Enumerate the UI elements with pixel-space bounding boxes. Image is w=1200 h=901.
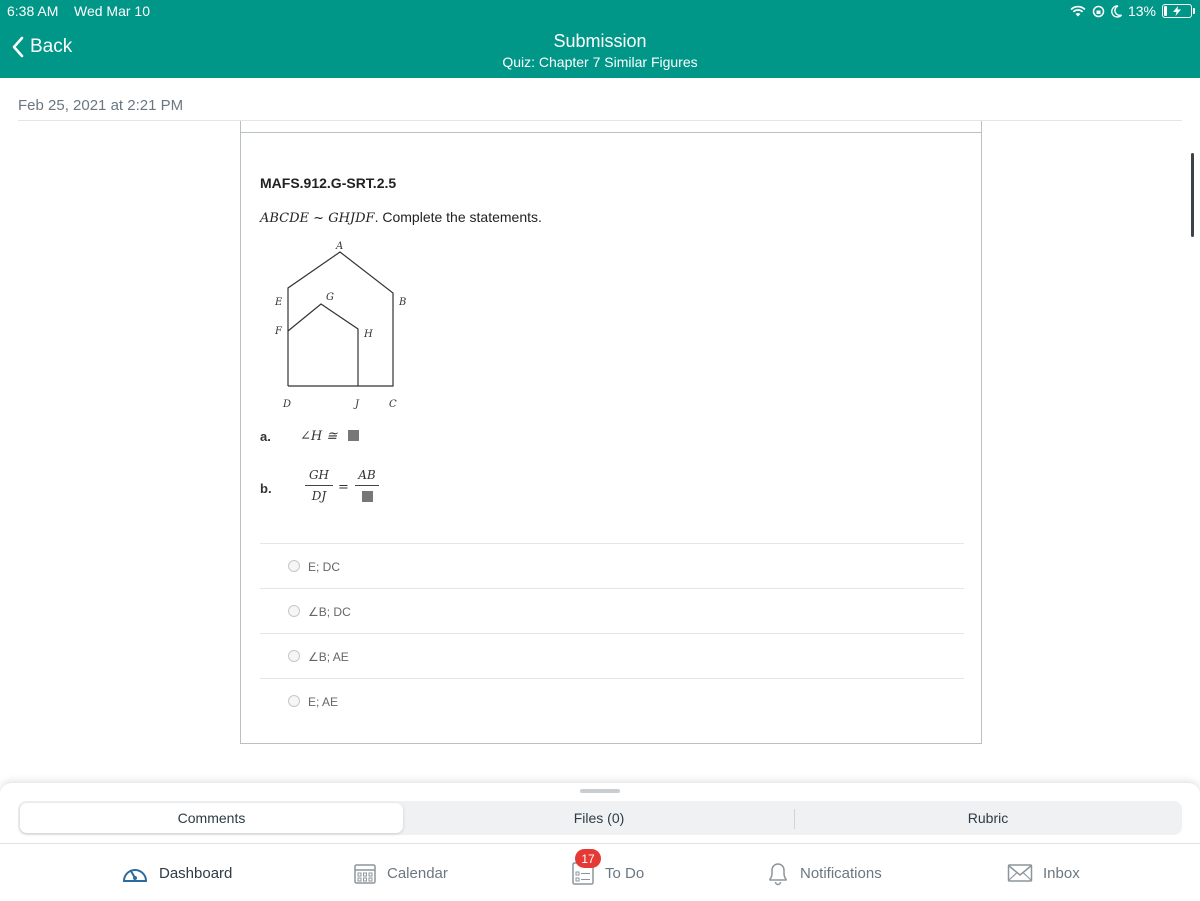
tab-notifications-label: Notifications [800,864,882,882]
label-g: G [326,292,334,303]
part-a-label: a. [260,429,271,444]
part-a-blank [347,430,359,442]
tab-files-label: Files (0) [573,810,625,826]
status-right: 13% [1070,3,1195,19]
radio-button[interactable] [288,650,300,662]
answer-option-text: E; DC [308,560,341,574]
answer-option-text: ∠B; DC [308,605,351,619]
tab-todo-label: To Do [605,864,645,882]
page-subtitle: Quiz: Chapter 7 Similar Figures [502,54,698,70]
tab-files[interactable]: Files (0) [406,803,792,833]
status-date: Wed Mar 10 [74,3,150,19]
sheet-grabber[interactable] [580,789,620,793]
tab-calendar-label: Calendar [387,864,448,882]
figure-abcde [287,251,394,387]
radio-button[interactable] [288,560,300,572]
tab-rubric[interactable]: Rubric [796,803,1180,833]
fraction-right-num: AB [358,468,376,482]
label-e: E [274,297,283,308]
nav-bar: Back Submission Quiz: Chapter 7 Similar … [0,22,1200,78]
similarity-statement: ABCDE ~ GHJDF [260,211,375,226]
tab-dashboard-label: Dashboard [159,864,233,882]
fraction-left: GH DJ [305,468,333,503]
answer-option[interactable]: ∠B; AE [260,633,964,678]
part-b-label: b. [260,481,272,496]
scroll-indicator[interactable] [1191,153,1194,237]
fraction-right-bar [355,485,379,486]
figure-ghjdf [287,303,359,386]
label-h: H [363,329,373,340]
submission-document[interactable]: MAFS.912.G-SRT.2.5 ABCDE ~ GHJDF. Comple… [240,121,982,744]
label-d: D [282,399,291,410]
battery-icon [1162,4,1195,18]
part-b-blank [361,491,373,502]
question-standard: MAFS.912.G-SRT.2.5 [260,175,397,191]
status-bar: 6:38 AM Wed Mar 10 13% [0,0,1200,22]
radio-button[interactable] [288,605,300,617]
tab-bar: Dashboard Calendar 17 To Do Notification… [0,843,1200,901]
tab-dashboard[interactable]: Dashboard [121,844,232,901]
tab-comments-label: Comments [177,810,246,826]
submission-timestamp: Feb 25, 2021 at 2:21 PM [18,97,184,114]
answer-option[interactable]: ∠B; DC [260,588,964,633]
fraction-left-num: GH [308,468,330,482]
tab-separator [794,809,795,829]
envelope-icon [1007,864,1033,882]
label-j: J [353,399,360,410]
answer-option-text: ∠B; AE [308,650,349,664]
bell-icon [769,863,787,886]
todo-badge: 17 [575,849,601,868]
tab-todo[interactable]: 17 To Do [571,844,644,901]
answer-option[interactable]: E; AE [260,678,964,723]
fraction-right-den [355,489,379,503]
similar-figures-diagram: A E G B F H D J C [274,241,406,410]
radio-button[interactable] [288,695,300,707]
calendar-icon [354,864,376,884]
tab-inbox[interactable]: Inbox [1007,844,1080,901]
part-a-expression: ∠H ≅ [300,427,359,445]
equals-sign: = [338,480,349,495]
fraction-left-den: DJ [311,489,327,503]
status-time: 6:38 AM [7,3,59,19]
answer-option[interactable]: E; DC [260,543,964,588]
label-f: F [274,326,283,337]
document-top-strip [241,121,981,133]
bottom-sheet: Comments Files (0) Rubric [0,783,1200,843]
part-a-angle: ∠H ≅ [300,429,338,444]
submission-tabs: Comments Files (0) Rubric [18,801,1182,835]
tab-inbox-label: Inbox [1043,864,1080,882]
moon-icon [1111,4,1122,18]
prompt-text: . Complete the statements. [374,209,542,225]
tab-notifications[interactable]: Notifications [766,844,882,901]
tab-comments[interactable]: Comments [20,803,403,833]
wifi-icon [1070,5,1086,17]
label-b: B [398,297,406,308]
dashboard-icon [122,869,148,882]
answer-options: E; DC ∠B; DC ∠B; AE E; AE [260,543,964,723]
label-c: C [389,399,397,410]
fraction-right: AB [355,468,379,503]
fraction-left-bar [305,485,333,486]
page-title: Submission [553,31,647,51]
question-prompt: ABCDE ~ GHJDF. Complete the statements. [260,209,542,226]
label-a: A [335,241,343,252]
battery-percent: 13% [1127,3,1156,19]
orientation-lock-icon [1092,5,1105,17]
answer-option-text: E; AE [308,695,339,709]
tab-rubric-label: Rubric [967,810,1009,826]
tab-calendar[interactable]: Calendar [353,844,448,901]
